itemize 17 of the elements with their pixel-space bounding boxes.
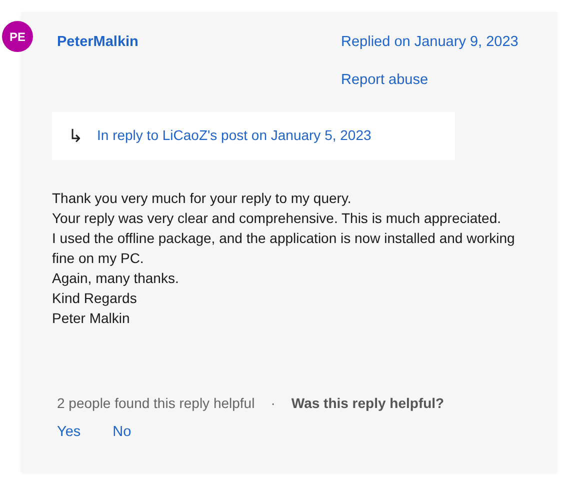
replied-date-link[interactable]: Replied on January 9, 2023 (341, 32, 518, 54)
body-text-line: Kind Regards (52, 288, 138, 308)
body-text-line: Peter Malkin (52, 308, 131, 328)
helpful-question: Was this reply helpful? (291, 394, 444, 413)
vote-button[interactable]: No (112, 422, 132, 444)
body-text-line: Your reply was very clear and comprehensive. This is much appreciated. (52, 208, 502, 228)
in-reply-link[interactable]: In reply to LiCaoZ's post on January 5, 2023 (97, 125, 372, 146)
reply-arrow-icon: ↳ (68, 126, 83, 144)
author-link[interactable]: PeterMalkin (57, 32, 138, 54)
body-text-line: I used the offline package, and the application is now installed and working fine on my PC. (52, 228, 516, 268)
helpful-count: 2 people found this reply helpful (57, 394, 255, 413)
report-abuse-link[interactable]: Report abuse (341, 70, 428, 92)
body-text-line: Thank you very much for your reply to my query. (52, 188, 352, 208)
vote-button[interactable]: Yes (57, 422, 81, 444)
avatar: PE (2, 21, 33, 52)
body-text-line: Again, many thanks. (52, 268, 180, 288)
separator-dot: · (270, 394, 276, 412)
